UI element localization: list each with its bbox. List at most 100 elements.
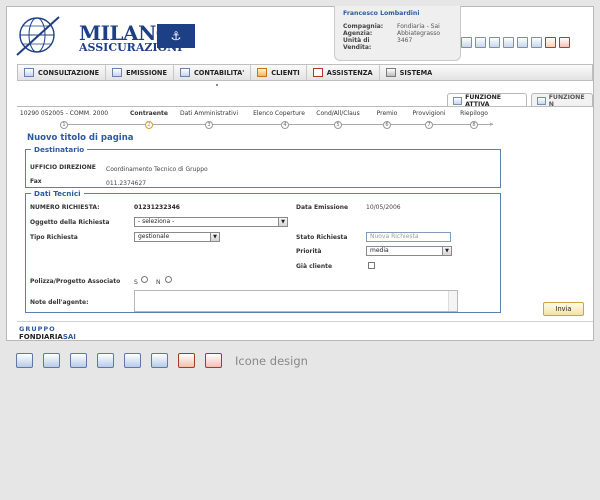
note-label: Note dell'agente: [30,299,89,306]
edit-icon[interactable] [43,353,60,368]
design-label: Icone design [235,353,308,368]
invia-button[interactable]: Invia [543,302,584,316]
lion-emblem-icon: ⚓ [157,24,195,48]
chevron-down-icon: ▼ [442,247,451,255]
tools-icon [453,96,463,105]
home-icon[interactable] [545,37,556,48]
menu-emissione[interactable]: EMISSIONE [106,65,174,80]
user-info-box: Francesco Lombardini Compagnia: Fondiaria… [334,6,461,61]
globe-logo-icon [16,16,60,56]
step-label: Premio [376,110,398,117]
step-label: 10290 052005 - COMM. 2000 [19,110,109,117]
user-name: Francesco Lombardini [343,10,420,17]
ufficio-value: Coordinamento Tecnico di Gruppo [106,166,208,173]
step-6[interactable]: 6 [383,121,391,129]
list-icon[interactable] [461,37,472,48]
assistenza-icon [312,68,323,77]
step-label: Elenco Coperture [253,110,305,117]
stato-label: Stato Richiesta [296,234,348,241]
polizza-label: Polizza/Progetto Associato [30,278,121,285]
menu-sistema[interactable]: SISTEMA [380,65,439,80]
edit-icon[interactable] [475,37,486,48]
numero-value: 01231232346 [134,204,180,211]
card-icon[interactable] [97,353,114,368]
step-4[interactable]: 4 [281,121,289,129]
design-icons-row: Icone design [16,353,308,368]
company-label: Compagnia: [343,23,384,30]
fax-label: Fax [30,178,42,185]
radio-s-label: S [134,279,138,286]
home-icon[interactable] [178,353,195,368]
emissione-icon [112,68,123,77]
menu-label: CONSULTAZIONE [38,68,100,77]
select-value: media [370,247,389,254]
menu-label: ASSISTENZA [326,68,373,77]
ufficio-label: UFFICIO DIREZIONE [30,164,96,171]
menu-label: CONTABILITA' [193,68,245,77]
close-icon[interactable] [559,37,570,48]
tab-funzione-attiva[interactable]: FUNZIONE ATTIVA [447,93,527,108]
menu-contabilita[interactable]: CONTABILITA' [174,65,252,80]
clienti-icon [257,68,268,77]
sales-unit-value: 3467 [397,37,413,44]
function-tabs: FUNZIONE ATTIVA FUNZIONE N [447,93,593,108]
step-5[interactable]: 5 [334,121,342,129]
form-icon[interactable] [489,37,500,48]
main-panel: MILANO ASSICURAZIONI ⚓ Francesco Lombard… [6,6,594,341]
settings-icon[interactable] [517,37,528,48]
radio-s[interactable] [141,276,148,283]
gia-cliente-checkbox[interactable] [368,262,375,269]
window-icon [536,96,546,105]
step-label: Provvigioni [412,110,446,117]
step-8[interactable]: 8 [470,121,478,129]
gruppo-text: GRUPPO [19,325,56,333]
menu-label: SISTEMA [399,68,433,77]
company-value: Fondiaria - Sai [397,23,440,30]
brand-logo[interactable]: MILANO ASSICURAZIONI ⚓ [15,11,195,63]
priorita-select[interactable]: media ▼ [366,246,452,256]
settings-icon[interactable] [124,353,141,368]
form-icon[interactable] [70,353,87,368]
menu-consultazione[interactable]: CONSULTAZIONE [18,65,107,80]
step-1[interactable]: 1 [60,121,68,129]
menu-label: CLIENTI [271,68,300,77]
fondiaria-word: FONDIARIA [19,333,63,341]
separator-dot [216,84,218,86]
main-menu: CONSULTAZIONE EMISSIONE CONTABILITA' CLI… [17,64,593,81]
fondiaria-logo: GRUPPO FONDIARIASAI [19,325,76,341]
priorita-label: Priorità [296,248,322,255]
radio-n-label: N [156,279,161,286]
close-icon[interactable] [205,353,222,368]
sistema-icon [385,68,396,77]
note-textarea[interactable] [134,290,458,312]
footer-divider [17,321,593,322]
step-7[interactable]: 7 [425,121,433,129]
select-value: - seleziona - [138,218,175,225]
section-title: Destinatario [34,145,85,154]
page-title: Nuovo titolo di pagina [27,133,134,143]
gia-cliente-label: Già cliente [296,263,333,270]
stato-input[interactable]: Nuova Richiesta [366,232,451,242]
agency-value: Abbiategrasso [397,30,440,37]
note-icon[interactable] [531,37,542,48]
section-title: Dati Tecnici [34,189,81,198]
step-label: Dati Amministrativi [179,110,239,117]
scrollbar[interactable] [448,291,457,311]
tab-funzione-n[interactable]: FUNZIONE N [530,93,593,108]
menu-label: EMISSIONE [126,68,167,77]
top-toolbar [461,37,570,48]
menu-assistenza[interactable]: ASSISTENZA [307,65,380,80]
menu-clienti[interactable]: CLIENTI [251,65,307,80]
tipo-select[interactable]: gestionale ▼ [134,232,220,242]
note-icon[interactable] [151,353,168,368]
wizard-steps: ▸ 10290 052005 - COMM. 2000 Contraente D… [20,110,507,130]
oggetto-select[interactable]: - seleziona - ▼ [134,217,288,227]
radio-n[interactable] [165,276,172,283]
card-icon[interactable] [503,37,514,48]
step-2[interactable]: 2 [145,121,153,129]
list-icon[interactable] [16,353,33,368]
sales-unit-label: Unità di Vendita: [343,37,372,51]
step-3[interactable]: 3 [205,121,213,129]
fondiaria-text: FONDIARIASAI [19,333,76,341]
step-label: Cond/All/Claus [316,110,360,117]
